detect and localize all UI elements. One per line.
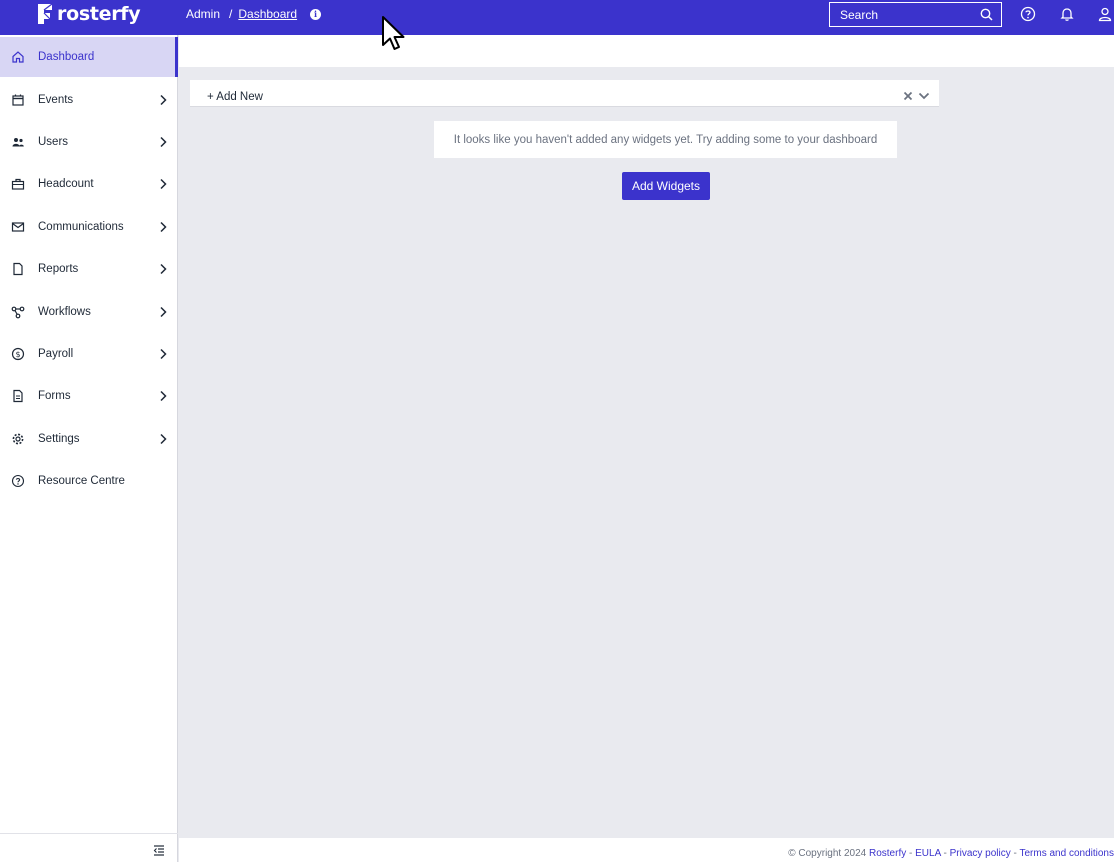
- copyright-text: © Copyright 2024: [788, 848, 867, 859]
- add-new-widget-select[interactable]: + Add New: [190, 80, 939, 107]
- sidebar-item-label: Communications: [38, 221, 124, 233]
- sidebar-item-resource-centre[interactable]: Resource Centre: [0, 461, 178, 501]
- chevron-right-icon: [160, 306, 167, 318]
- page-header: [179, 35, 1114, 67]
- privacy-policy-link[interactable]: Privacy policy: [950, 848, 1011, 859]
- sidebar-item-reports[interactable]: Reports: [0, 249, 178, 289]
- sidebar-item-events[interactable]: Events: [0, 80, 178, 120]
- footer: © Copyright 2024 Rosterfy - EULA - Priva…: [179, 838, 1114, 862]
- help-icon[interactable]: [1020, 6, 1036, 22]
- sidebar-footer: [0, 833, 178, 862]
- add-new-label: + Add New: [207, 91, 263, 103]
- chevron-right-icon: [160, 221, 167, 233]
- footer-separator: -: [1013, 848, 1017, 859]
- sidebar-item-communications[interactable]: Communications: [0, 207, 178, 247]
- file-icon: [13, 262, 23, 276]
- sidebar-item-dashboard[interactable]: Dashboard: [0, 37, 178, 77]
- breadcrumb: Admin / Dashboard i: [186, 7, 322, 21]
- chevron-right-icon: [160, 178, 167, 190]
- top-bar: rosterfy Admin / Dashboard i: [0, 0, 1114, 35]
- svg-text:$: $: [15, 350, 20, 359]
- help-circle-icon: [11, 474, 25, 488]
- calendar-icon: [12, 94, 24, 106]
- collapse-sidebar-icon[interactable]: [153, 844, 165, 856]
- chevron-right-icon: [160, 136, 167, 148]
- brand-logo[interactable]: rosterfy: [36, 2, 141, 26]
- breadcrumb-root[interactable]: Admin: [186, 7, 220, 21]
- chevron-right-icon: [160, 390, 167, 402]
- search-icon[interactable]: [980, 8, 993, 21]
- chevron-right-icon: [160, 263, 167, 275]
- search-input[interactable]: [830, 7, 975, 22]
- sidebar-item-workflows[interactable]: Workflows: [0, 292, 178, 332]
- sidebar-item-label: Payroll: [38, 348, 74, 360]
- sidebar-item-payroll[interactable]: $ Payroll: [0, 334, 178, 374]
- sidebar-item-label: Headcount: [38, 178, 94, 190]
- rosterfy-logo-icon: [38, 3, 53, 24]
- terms-link[interactable]: Terms and conditions: [1020, 848, 1114, 859]
- sidebar-item-forms[interactable]: Forms: [0, 376, 178, 416]
- form-icon: [13, 389, 23, 403]
- chevron-right-icon: [160, 348, 167, 360]
- user-profile-icon[interactable]: [1097, 6, 1113, 22]
- mail-icon: [11, 222, 25, 232]
- users-icon: [12, 138, 24, 147]
- info-icon[interactable]: i: [310, 8, 322, 20]
- mouse-cursor-icon: [382, 16, 405, 50]
- sidebar-item-settings[interactable]: Settings: [0, 419, 178, 459]
- chevron-down-icon[interactable]: [918, 90, 930, 102]
- footer-separator: -: [909, 848, 913, 859]
- search-box: [829, 2, 1002, 27]
- sidebar-item-label: Settings: [38, 433, 80, 445]
- sidebar: Dashboard Events Users Headcount Communi…: [0, 35, 178, 862]
- footer-separator: -: [943, 848, 947, 859]
- sidebar-item-label: Dashboard: [38, 51, 95, 63]
- sidebar-item-label: Users: [38, 136, 69, 148]
- home-icon: [12, 51, 24, 63]
- rosterfy-link[interactable]: Rosterfy: [869, 848, 906, 859]
- eula-link[interactable]: EULA: [915, 848, 941, 859]
- sidebar-item-label: Workflows: [38, 306, 91, 318]
- sidebar-item-label: Forms: [38, 390, 71, 402]
- breadcrumb-separator: /: [229, 7, 233, 21]
- close-icon[interactable]: [903, 91, 913, 101]
- dollar-icon: $: [11, 347, 25, 361]
- chevron-right-icon: [160, 433, 167, 445]
- gear-icon: [12, 433, 24, 445]
- sidebar-item-headcount[interactable]: Headcount: [0, 164, 178, 204]
- add-widgets-button[interactable]: Add Widgets: [622, 172, 710, 200]
- sidebar-item-label: Reports: [38, 263, 79, 275]
- empty-widgets-message: It looks like you haven't added any widg…: [434, 121, 897, 158]
- chevron-right-icon: [160, 94, 167, 106]
- brand-name: rosterfy: [57, 3, 141, 25]
- sidebar-item-users[interactable]: Users: [0, 122, 178, 162]
- workflow-icon: [11, 306, 25, 319]
- sidebar-item-label: Events: [38, 94, 74, 106]
- briefcase-icon: [11, 178, 25, 190]
- breadcrumb-current[interactable]: Dashboard: [238, 7, 297, 21]
- sidebar-item-label: Resource Centre: [38, 475, 125, 487]
- footer-text: © Copyright 2024 Rosterfy - EULA - Priva…: [788, 848, 1114, 859]
- bell-icon[interactable]: [1059, 6, 1075, 22]
